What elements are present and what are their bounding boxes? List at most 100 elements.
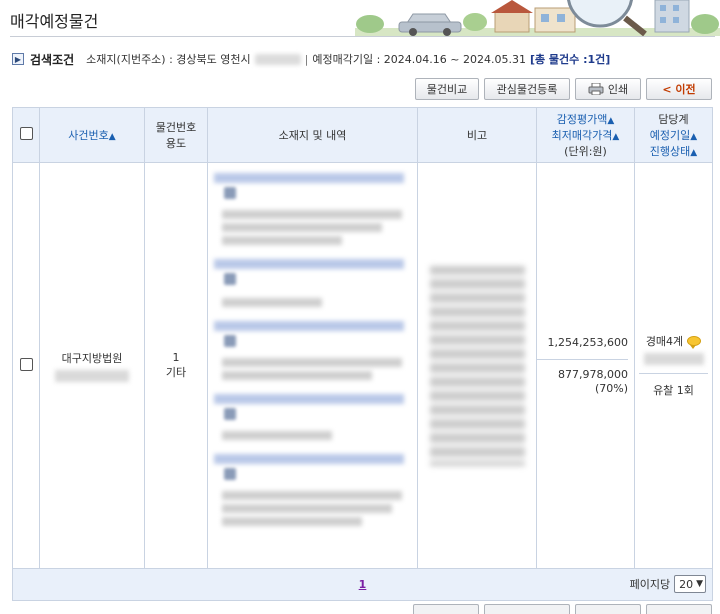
item-number: 1 <box>172 351 180 364</box>
status-divider <box>639 373 708 374</box>
bottom-button[interactable] <box>484 604 570 614</box>
select-all-checkbox[interactable] <box>19 127 33 140</box>
status-cell: 경매4계 유찰 1회 <box>634 162 713 569</box>
per-page-select[interactable]: 20 ▼ <box>674 575 706 593</box>
print-button[interactable]: 인쇄 <box>575 78 641 100</box>
select-all-cell <box>12 107 40 163</box>
sort-arrow-icon: ▲ <box>612 132 620 142</box>
redacted-detail <box>222 371 372 380</box>
table-row: 대구지방법원 1 기타 1,254,253,600 877,978,000 (7… <box>12 162 713 569</box>
location-header: 소재지 및 내역 <box>207 107 418 163</box>
case-no-cell: 대구지방법원 <box>39 162 145 569</box>
title-divider <box>10 36 715 37</box>
redacted-scheduled-date <box>643 353 704 365</box>
redacted-detail <box>222 298 322 307</box>
toolbar: 물건비교 관심물건등록 인쇄 < 이전 <box>415 78 712 100</box>
usage-header-label: 용도 <box>165 137 187 150</box>
contact-bubble-icon[interactable] <box>687 336 702 349</box>
redacted-detail <box>222 517 362 526</box>
progress-status-sort-header[interactable]: 진행상태▲ <box>635 143 712 159</box>
redacted-detail <box>222 210 402 219</box>
row-checkbox[interactable] <box>19 357 33 371</box>
price-header: 감정평가액▲ 최저매각가격▲ (단위:원) <box>536 107 635 163</box>
row-select-cell <box>12 162 40 569</box>
remarks-cell <box>417 162 537 569</box>
location-condition: 소재지(지번주소) : 경상북도 영천시 <box>86 53 251 66</box>
price-cell: 1,254,253,600 877,978,000 (70%) <box>536 162 635 569</box>
bottom-button[interactable] <box>646 604 712 614</box>
map-icon[interactable] <box>224 468 236 480</box>
department-name: 경매4계 <box>645 335 684 348</box>
item-no-cell: 1 기타 <box>144 162 208 569</box>
redacted-address-link[interactable] <box>214 321 404 331</box>
redacted-remarks <box>429 265 525 466</box>
redacted-detail <box>222 491 402 500</box>
map-icon[interactable] <box>224 187 236 199</box>
item-no-header-label: 물건번호 <box>155 121 197 134</box>
bullet-arrow-icon: ▶ <box>12 53 24 65</box>
per-page-control: 페이지당 20 ▼ <box>630 575 706 593</box>
sort-arrow-icon: ▲ <box>690 132 698 142</box>
chevron-down-icon: ▼ <box>696 579 703 589</box>
redacted-case-number[interactable] <box>55 369 129 382</box>
redacted-address-link[interactable] <box>214 259 404 269</box>
redacted-detail <box>222 223 382 232</box>
pagination-row: 1 페이지당 20 ▼ <box>12 568 713 601</box>
redacted-address-link[interactable] <box>214 394 404 404</box>
court-name: 대구지방법원 <box>61 351 123 365</box>
scheduled-date-sort-header[interactable]: 예정기일▲ <box>635 127 712 143</box>
case-no-header-label: 사건번호 <box>68 129 109 142</box>
print-label: 인쇄 <box>607 83 629 96</box>
map-icon[interactable] <box>224 408 236 420</box>
min-price-sort-header[interactable]: 최저매각가격▲ <box>537 127 634 143</box>
sort-arrow-icon: ▲ <box>607 116 615 126</box>
remarks-header: 비고 <box>417 107 537 163</box>
map-icon[interactable] <box>224 273 236 285</box>
compare-button[interactable]: 물건비교 <box>415 78 479 100</box>
search-conditions: ▶ 검색조건 소재지(지번주소) : 경상북도 영천시 | 예정매각기일 : 2… <box>12 50 610 68</box>
per-page-value: 20 <box>679 577 694 591</box>
map-icon[interactable] <box>224 335 236 347</box>
status-header: 담당계 예정기일▲ 진행상태▲ <box>634 107 713 163</box>
case-no-header[interactable]: 사건번호▲ <box>39 107 145 163</box>
item-usage: 기타 <box>165 366 187 379</box>
redacted-detail <box>222 358 402 367</box>
sort-arrow-icon: ▲ <box>690 148 698 158</box>
redacted-detail <box>222 236 342 245</box>
minimum-price-ratio: (70%) <box>594 381 628 395</box>
appraisal-price: 1,254,253,600 <box>537 336 628 360</box>
department-info: 경매4계 <box>635 333 712 349</box>
period-condition: 예정매각기일 : 2024.04.16 ~ 2024.05.31 <box>312 53 526 66</box>
search-conditions-label: 검색조건 <box>30 52 75 67</box>
page-link-1[interactable]: 1 <box>359 578 367 591</box>
redacted-address-link[interactable] <box>214 454 404 464</box>
pagination-cell: 1 페이지당 20 ▼ <box>12 568 713 601</box>
header-illustration <box>335 0 720 36</box>
redacted-location <box>254 53 301 65</box>
watchlist-register-button[interactable]: 관심물건등록 <box>484 78 570 100</box>
previous-button[interactable]: < 이전 <box>646 78 712 100</box>
redacted-address-link[interactable] <box>214 173 404 183</box>
sort-arrow-icon: ▲ <box>108 132 116 142</box>
redacted-detail <box>222 431 332 440</box>
per-page-label: 페이지당 <box>629 578 671 591</box>
page-title: 매각예정물건 <box>10 12 99 31</box>
progress-status: 유찰 1회 <box>653 384 694 397</box>
bottom-button[interactable] <box>413 604 479 614</box>
price-unit-label: (단위:원) <box>564 145 607 158</box>
table-header-row: 사건번호▲ 물건번호 용도 소재지 및 내역 비고 감정평가액▲ 최저매각가격▲… <box>12 107 713 163</box>
bottom-button[interactable] <box>575 604 641 614</box>
redacted-detail <box>222 504 392 513</box>
department-header-label: 담당계 <box>658 113 689 126</box>
printer-icon <box>588 82 604 96</box>
bottom-toolbar <box>413 604 712 614</box>
location-cell <box>207 162 418 569</box>
results-table: 사건번호▲ 물건번호 용도 소재지 및 내역 비고 감정평가액▲ 최저매각가격▲… <box>12 107 713 601</box>
total-count: [총 물건수 :1건] <box>529 53 611 66</box>
item-no-header: 물건번호 용도 <box>144 107 208 163</box>
minimum-price: 877,978,000 <box>558 367 628 381</box>
appraisal-sort-header[interactable]: 감정평가액▲ <box>537 111 634 127</box>
location-list <box>208 163 417 536</box>
price-values: 1,254,253,600 877,978,000 (70%) <box>537 336 634 396</box>
condition-separator: | <box>304 52 309 66</box>
